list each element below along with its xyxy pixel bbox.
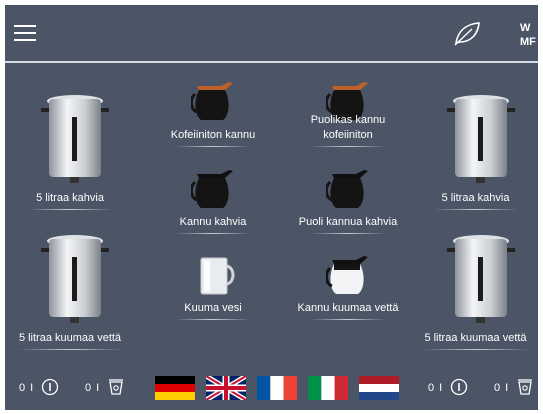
leaf-icon[interactable] [452, 19, 482, 47]
water-jug-icon [324, 254, 372, 301]
half-coffee-jug-tile[interactable]: Puoli kannua kahvia [288, 168, 408, 238]
urn-water-left-label: 5 litraa kuumaa vettä [18, 332, 122, 344]
hot-water-tile[interactable]: Kuuma vesi [153, 254, 273, 324]
counter-value: 0 I [19, 382, 35, 394]
half-decaf-jug-tile[interactable]: Puolikas kannu kofeiiniton [288, 80, 408, 150]
info-icon [450, 378, 468, 399]
counter-value: 0 I [428, 382, 444, 394]
tile-underline [423, 349, 529, 350]
half-coffee-jug-label: Puoli kannua kahvia [298, 216, 398, 228]
italian-flag[interactable] [308, 376, 348, 400]
tile-underline [433, 209, 519, 210]
urn-coffee-right-label: 5 litraa kahvia [441, 192, 510, 204]
hot-water-jug-label: Kannu kuumaa vettä [297, 302, 399, 314]
counter-right-cup[interactable]: 0 I [494, 376, 534, 400]
tile-underline [175, 146, 251, 147]
uk-flag[interactable] [206, 376, 246, 400]
counter-value: 0 I [85, 382, 101, 394]
urn-water-right-label: 5 litraa kuumaa vettä [424, 332, 527, 344]
german-flag[interactable] [155, 376, 195, 400]
coffee-jug-icon [189, 168, 237, 215]
counter-left-cup[interactable]: 0 I [85, 376, 125, 400]
urn-icon [37, 231, 113, 332]
coffee-jug-tile[interactable]: Kannu kahvia [153, 168, 273, 238]
hot-water-label: Kuuma vesi [184, 302, 242, 314]
wmf-logo: W MF [519, 19, 537, 49]
urn-water-left-tile[interactable]: 5 litraa kuumaa vettä [5, 231, 135, 351]
counter-right-info[interactable]: 0 I [428, 376, 468, 400]
french-flag[interactable] [257, 376, 297, 400]
half-decaf-jug-label-line2: kofeiiniton [323, 129, 373, 141]
hamburger-menu-icon[interactable] [14, 24, 36, 42]
counter-left-info[interactable]: 0 I [19, 376, 59, 400]
urn-coffee-right-tile[interactable]: 5 litraa kahvia [413, 91, 538, 211]
decaf-jug-tile[interactable]: Kofeiiniton kannu [153, 80, 273, 150]
tile-underline [27, 209, 113, 210]
coffee-jug-decaf-icon [189, 80, 237, 127]
urn-icon [443, 91, 519, 192]
info-icon [41, 378, 59, 399]
coffee-jug-icon [324, 168, 372, 215]
coffee-jug-label: Kannu kahvia [179, 216, 247, 228]
dutch-flag[interactable] [359, 376, 399, 400]
urn-icon [443, 231, 519, 332]
tile-underline [175, 233, 251, 234]
tile-underline [175, 319, 251, 320]
svg-text:W: W [520, 22, 531, 34]
tile-underline [310, 319, 386, 320]
half-decaf-jug-label-line1: Puolikas kannu [310, 114, 386, 126]
urn-icon [37, 91, 113, 192]
coffee-machine-screen: W MF 5 litraa kahvia 5 litraa kuumaa vet… [5, 5, 538, 410]
cup-icon [107, 378, 125, 399]
header-divider [5, 61, 538, 63]
glass-icon [195, 254, 235, 301]
decaf-jug-label: Kofeiiniton kannu [170, 129, 256, 141]
urn-water-right-tile[interactable]: 5 litraa kuumaa vettä [413, 231, 538, 351]
urn-coffee-left-tile[interactable]: 5 litraa kahvia [5, 91, 135, 211]
tile-underline [310, 146, 386, 147]
hot-water-jug-tile[interactable]: Kannu kuumaa vettä [288, 254, 408, 324]
urn-coffee-left-label: 5 litraa kahvia [36, 192, 104, 204]
tile-underline [310, 233, 386, 234]
top-bar: W MF [5, 5, 538, 61]
tile-underline [17, 349, 123, 350]
counter-value: 0 I [494, 382, 510, 394]
svg-text:MF: MF [520, 36, 536, 48]
cup-icon [516, 378, 534, 399]
